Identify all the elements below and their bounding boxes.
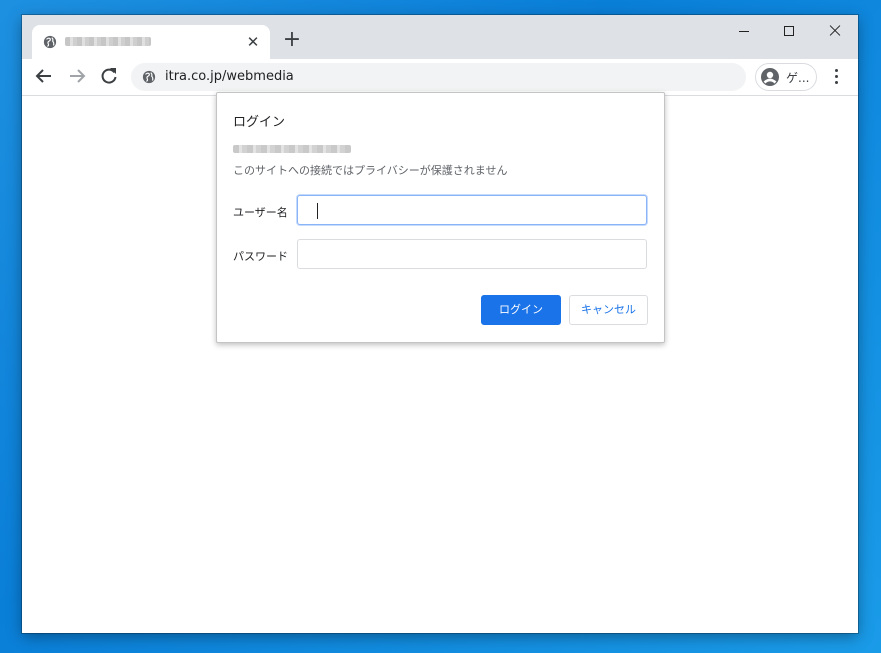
more-vert-icon[interactable]: [826, 66, 846, 86]
window-close-icon[interactable]: [825, 23, 845, 39]
back-arrow-icon[interactable]: [32, 64, 56, 88]
browser-tab[interactable]: ✕: [32, 25, 270, 59]
reload-icon[interactable]: [97, 64, 121, 88]
avatar-icon: [761, 68, 779, 86]
profile-label: ゲ...: [786, 71, 810, 85]
dialog-origin: [233, 145, 351, 153]
address-bar[interactable]: itra.co.jp/webmedia: [131, 63, 746, 91]
tab-title: [65, 37, 151, 46]
new-tab-button[interactable]: +: [280, 29, 304, 53]
login-dialog: ログイン このサイトへの接続ではプライバシーが保護されません ユーザー名 パスワ…: [216, 92, 665, 343]
maximize-icon[interactable]: [779, 23, 799, 39]
close-icon[interactable]: ✕: [244, 33, 262, 51]
tab-strip: ✕ +: [22, 15, 858, 59]
url-text: itra.co.jp/webmedia: [165, 69, 294, 84]
cancel-button[interactable]: キャンセル: [569, 295, 648, 325]
forward-arrow-icon[interactable]: [65, 64, 89, 88]
browser-toolbar: itra.co.jp/webmedia ゲ...: [22, 59, 858, 96]
globe-icon: [43, 35, 57, 49]
text-caret: [317, 203, 318, 219]
profile-button[interactable]: ゲ...: [755, 63, 817, 91]
username-field[interactable]: [297, 195, 647, 225]
privacy-warning: このサイトへの接続ではプライバシーが保護されません: [233, 164, 508, 177]
dialog-title: ログイン: [233, 115, 286, 130]
plus-icon: +: [282, 27, 302, 52]
login-button[interactable]: ログイン: [481, 295, 561, 325]
username-label: ユーザー名: [233, 206, 288, 219]
password-field[interactable]: [297, 239, 647, 269]
password-label: パスワード: [233, 250, 288, 263]
globe-icon: [142, 70, 156, 84]
minimize-icon[interactable]: [734, 23, 754, 39]
